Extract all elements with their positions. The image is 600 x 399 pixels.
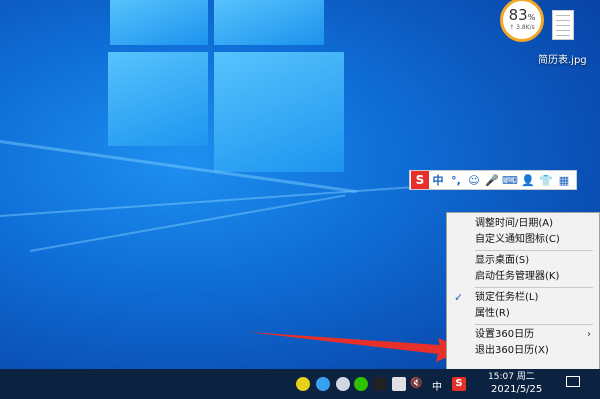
- qq-icon[interactable]: [373, 377, 387, 391]
- wallpaper-light-ray: [0, 185, 420, 217]
- volume-muted-icon[interactable]: 🔇: [410, 378, 422, 389]
- menu-item-adjust-datetime[interactable]: 调整时间/日期(A): [447, 216, 599, 232]
- wallpaper-pane-1: [110, 0, 208, 45]
- ime-keyboard-icon[interactable]: ⌨: [501, 174, 519, 187]
- network-speed: ↑ 3.8K/s: [509, 24, 535, 31]
- menu-item-set-360-calendar[interactable]: 设置360日历 ›: [447, 327, 599, 343]
- wallpaper-pane-4: [214, 52, 344, 172]
- menu-separator: [475, 287, 593, 288]
- menu-item-properties[interactable]: 属性(R): [447, 306, 599, 322]
- sogou-tray-icon[interactable]: S: [452, 377, 466, 391]
- menu-separator: [475, 250, 593, 251]
- menu-separator: [475, 324, 593, 325]
- wallpaper-pane-3: [108, 52, 208, 146]
- wechat-icon[interactable]: [354, 377, 368, 391]
- check-icon: ✓: [454, 291, 464, 304]
- ime-toolbar[interactable]: S 中 °, ☺ 🎤 ⌨ 👤 👕 ▦: [409, 170, 577, 190]
- tray-user-icon[interactable]: [336, 377, 350, 391]
- clock-time[interactable]: 15:07 周二: [488, 369, 535, 382]
- ime-user-icon[interactable]: 👤: [519, 174, 537, 187]
- ime-emoji-icon[interactable]: ☺: [465, 174, 483, 187]
- network-percent: 83%: [508, 6, 536, 24]
- sogou-logo-icon[interactable]: S: [411, 171, 429, 189]
- ime-punctuation-icon[interactable]: °,: [447, 174, 465, 187]
- file-icon[interactable]: [552, 10, 574, 40]
- tray-plus-icon[interactable]: [296, 377, 310, 391]
- ime-voice-icon[interactable]: 🎤: [483, 174, 501, 187]
- menu-item-lock-taskbar[interactable]: ✓ 锁定任务栏(L): [447, 290, 599, 306]
- tray-shield-icon[interactable]: [316, 377, 330, 391]
- ime-chinese-mode[interactable]: 中: [429, 172, 447, 188]
- notification-icon[interactable]: [566, 376, 580, 387]
- menu-item-customize-notify-icons[interactable]: 自定义通知图标(C): [447, 232, 599, 248]
- clock-date[interactable]: 2021/5/25: [491, 384, 542, 395]
- menu-item-task-manager[interactable]: 启动任务管理器(K): [447, 269, 599, 285]
- wallpaper-pane-2: [214, 0, 324, 45]
- network-icon[interactable]: [392, 377, 406, 391]
- chevron-right-icon: ›: [587, 329, 591, 340]
- network-speed-widget[interactable]: 83% ↑ 3.8K/s: [500, 0, 544, 42]
- annotation-arrow-shape: [248, 332, 466, 362]
- file-label[interactable]: 简历表.jpg: [538, 51, 587, 66]
- ime-toolbox-icon[interactable]: ▦: [555, 174, 573, 187]
- menu-item-exit-360-calendar[interactable]: 退出360日历(X): [447, 343, 599, 359]
- ime-skin-icon[interactable]: 👕: [537, 174, 555, 187]
- desktop-wallpaper: 83% ↑ 3.8K/s 简历表.jpg S 中 °, ☺ 🎤 ⌨ 👤 👕 ▦ …: [0, 0, 600, 399]
- language-indicator[interactable]: 中: [432, 378, 442, 393]
- menu-item-show-desktop[interactable]: 显示桌面(S): [447, 253, 599, 269]
- taskbar-context-menu: 调整时间/日期(A) 自定义通知图标(C) 显示桌面(S) 启动任务管理器(K)…: [446, 212, 600, 374]
